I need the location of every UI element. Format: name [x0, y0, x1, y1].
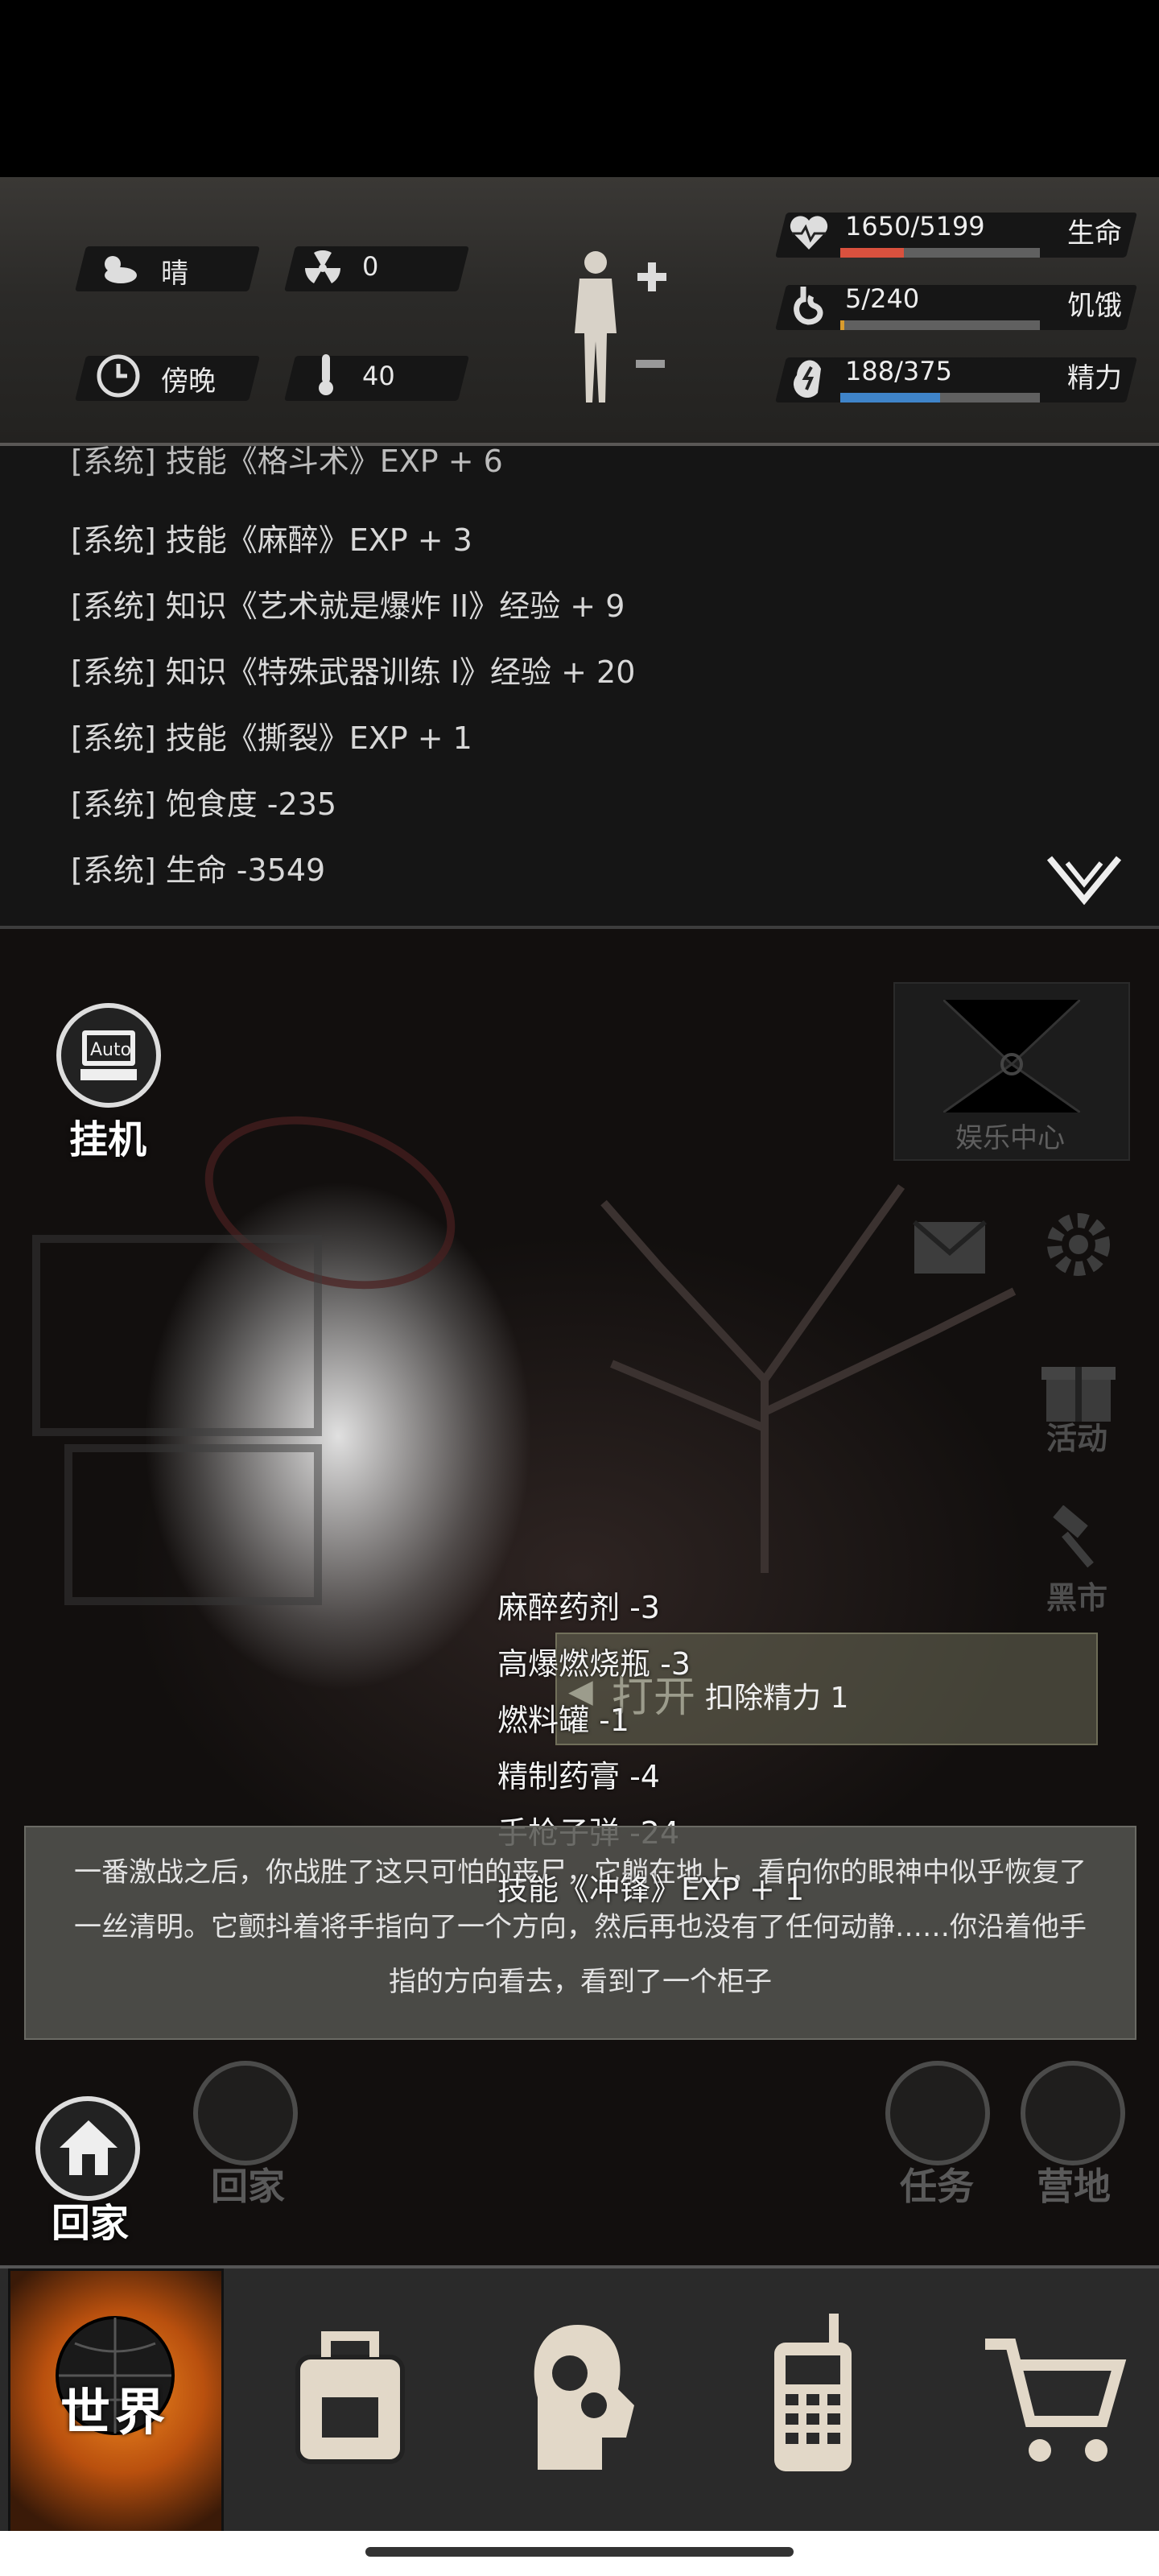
thermometer-icon: [319, 354, 333, 395]
home-indicator[interactable]: [365, 2547, 794, 2557]
task-button[interactable]: [885, 2061, 990, 2165]
top-black-bar: [0, 0, 1159, 177]
log-line: [系统] 技能《撕裂》EXP + 1: [71, 720, 472, 756]
radio-phone-icon[interactable]: [765, 2314, 861, 2475]
task-label: 任务: [900, 2165, 974, 2208]
hunger-bar: [840, 320, 1040, 330]
log-line: [系统] 生命 -3549: [71, 852, 326, 888]
radiation-icon: [305, 250, 340, 283]
skills-head-icon[interactable]: [522, 2317, 642, 2478]
health-bar: [840, 248, 1040, 258]
log-line: [系统] 饱食度 -235: [71, 786, 337, 822]
story-dialog[interactable]: 一番激战之后，你战胜了这只可怕的丧尸，它躺在地上，看向你的眼神中似乎恢复了一丝清…: [24, 1826, 1136, 2040]
weather-text: 晴: [161, 258, 188, 290]
events-label[interactable]: 活动: [1046, 1414, 1107, 1458]
heart-pulse-icon: [790, 216, 828, 250]
loot-line: 高爆燃烧瓶 -3: [497, 1646, 691, 1682]
camp-label: 营地: [1037, 2165, 1111, 2208]
hunger-label: 饥饿: [1067, 290, 1122, 322]
energy-label: 精力: [1067, 362, 1122, 394]
backpack-icon[interactable]: [282, 2325, 419, 2470]
home-dim-button[interactable]: [193, 2061, 298, 2165]
house-icon: [60, 2120, 118, 2175]
black-market-label[interactable]: 黑市: [1046, 1573, 1107, 1617]
entertainment-center-label: 娱乐中心: [955, 1122, 1065, 1154]
health-label: 生命: [1067, 217, 1122, 250]
time-of-day-text: 傍晚: [161, 365, 216, 398]
energy-bolt-icon: [793, 360, 821, 398]
hunger-value: 5/240: [845, 283, 920, 314]
status-panel: 晴 0 傍晚 40 1650/5199 生命 5/240 饥饿 188/375 …: [0, 177, 1159, 446]
message-log[interactable]: [系统] 技能《格斗术》EXP + 6 [系统] 技能《麻醉》EXP + 3 […: [0, 444, 1159, 929]
hunger-bar-fill: [840, 320, 845, 330]
tab-world-label: 世界: [60, 2383, 171, 2442]
weather-sunny-icon: [105, 256, 137, 283]
loot-line: 精制药膏 -4: [497, 1759, 660, 1794]
hammer-icon[interactable]: [1046, 1505, 1111, 1570]
log-line: [系统] 知识《艺术就是爆炸 II》经验 + 9: [71, 588, 625, 624]
mail-icon[interactable]: [909, 1217, 990, 1278]
billboard: [32, 1235, 322, 1436]
clock-icon: [97, 354, 140, 398]
home-dim-label: 回家: [211, 2165, 285, 2208]
bottom-nav: [0, 2265, 1159, 2534]
shopping-cart-icon[interactable]: [982, 2333, 1127, 2470]
loot-line: 技能《冲锋》EXP + 1: [497, 1872, 805, 1907]
go-home-button[interactable]: [35, 2096, 140, 2201]
radiation-value: 0: [362, 251, 379, 282]
energy-value: 188/375: [845, 356, 952, 386]
auto-text: Auto: [90, 1040, 132, 1060]
scroll-down-chevron-icon[interactable]: [1046, 853, 1122, 905]
health-value: 1650/5199: [845, 211, 985, 242]
log-line: [系统] 技能《格斗术》EXP + 6: [71, 444, 503, 479]
loot-line: 燃料罐 -1: [497, 1703, 629, 1738]
auto-play-button[interactable]: Auto: [56, 1003, 161, 1108]
settings-gear-icon[interactable]: [1038, 1204, 1119, 1285]
loot-line: 麻醉药剂 -3: [497, 1590, 660, 1625]
camp-button[interactable]: [1021, 2061, 1125, 2165]
temperature-value: 40: [362, 361, 395, 391]
auto-play-label: 挂机: [69, 1117, 147, 1162]
health-bar-fill: [840, 248, 904, 258]
energy-bar: [840, 393, 1040, 402]
map-node-icon: [943, 1000, 1080, 1113]
energy-cost-text: 扣除精力 1: [705, 1682, 849, 1715]
billboard-lower: [64, 1444, 322, 1605]
log-line: [系统] 知识《特殊武器训练 I》经验 + 20: [71, 654, 636, 690]
stomach-icon: [794, 287, 823, 325]
body-status-icon[interactable]: [555, 245, 668, 406]
go-home-label: 回家: [52, 2201, 130, 2246]
log-line: [系统] 技能《麻醉》EXP + 3: [71, 522, 472, 558]
energy-bar-fill: [840, 393, 941, 402]
